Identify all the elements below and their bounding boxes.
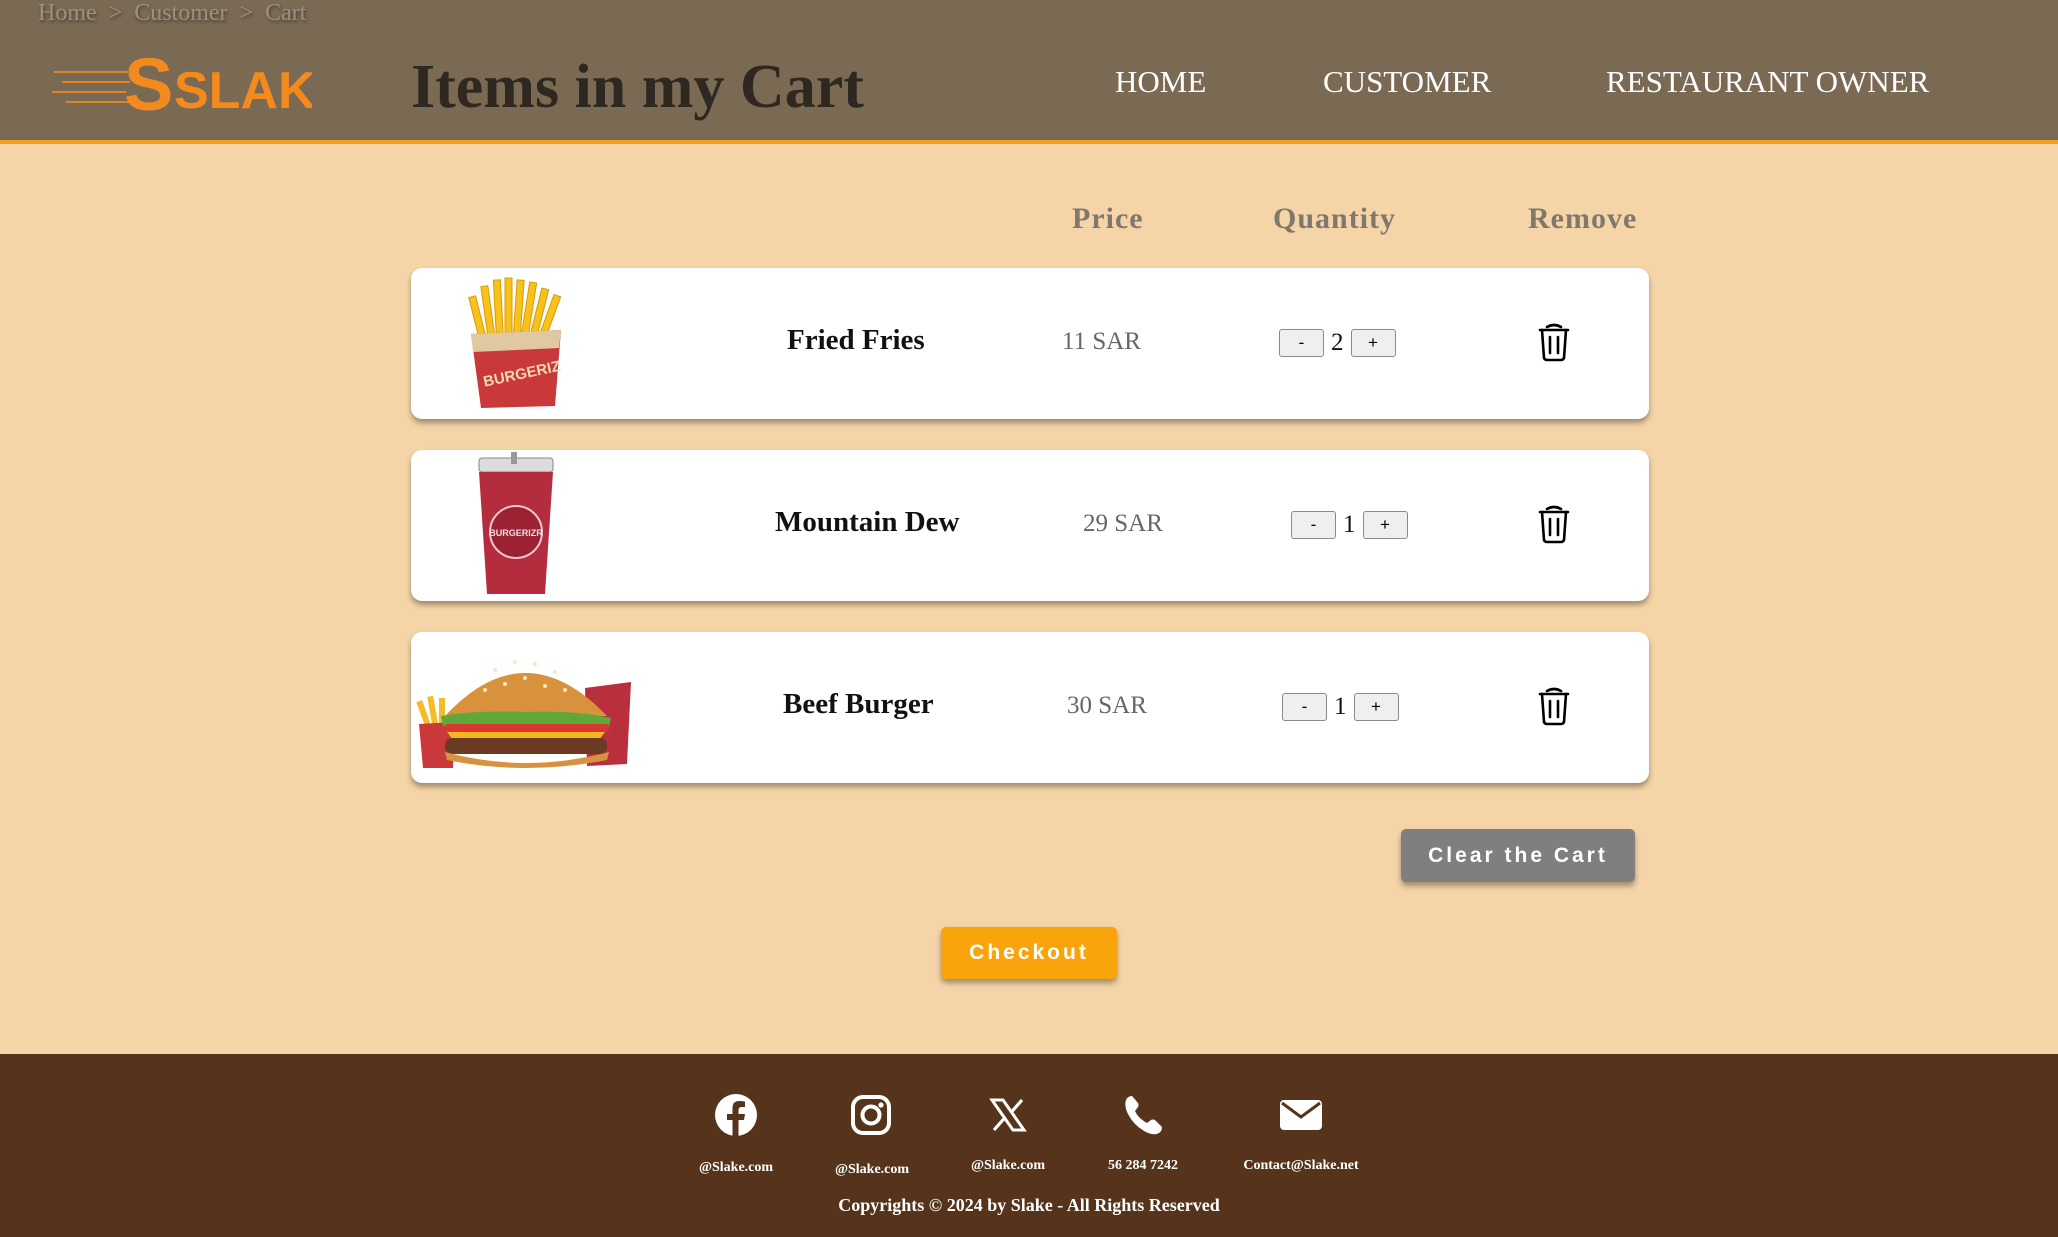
checkout-button[interactable]: Checkout [941,927,1117,979]
logo-text: SLAKE [174,62,312,120]
instagram-handle[interactable]: @Slake.com [835,1162,909,1178]
column-header-price: Price [1072,202,1144,235]
item-name: Mountain Dew [775,506,960,538]
trash-icon[interactable] [1537,504,1571,544]
breadcrumb-home[interactable]: Home [38,0,97,27]
breadcrumb: Home > Customer > Cart [38,0,306,27]
facebook-handle[interactable]: @Slake.com [699,1160,773,1176]
decrease-quantity-button[interactable]: - [1291,511,1336,539]
quantity-stepper: - 1 + [1282,693,1399,721]
column-header-quantity: Quantity [1273,202,1397,235]
x-icon[interactable] [983,1090,1033,1140]
item-price: 29 SAR [1083,510,1163,537]
item-name: Beef Burger [783,688,934,720]
quantity-stepper: - 2 + [1279,329,1396,357]
quantity-stepper: - 1 + [1291,511,1408,539]
trash-icon[interactable] [1537,322,1571,362]
site-header: Home>Customer>Cart S SLAKE .logo text[da… [0,0,2058,144]
decrease-quantity-button[interactable]: - [1282,693,1327,721]
fries-image: BURGERIZ [468,277,562,408]
contact-email[interactable]: Contact@Slake.net [1243,1158,1358,1174]
phone-number[interactable]: 56 284 7242 [1108,1158,1178,1174]
breadcrumb-separator: > [239,0,254,26]
item-price: 30 SAR [1067,692,1147,719]
drink-cup-image: BURGERIZR [478,452,554,594]
mail-icon[interactable] [1276,1090,1326,1140]
quantity-value: 2 [1331,329,1344,356]
phone-icon[interactable] [1118,1090,1168,1140]
instagram-icon[interactable] [846,1090,896,1140]
x-handle[interactable]: @Slake.com [971,1158,1045,1174]
item-name: Fried Fries [787,324,925,356]
cart-item: Beef Burger 30 SAR - 1 + [411,632,1649,783]
breadcrumb-separator: > [108,0,123,26]
quantity-value: 1 [1334,693,1347,720]
increase-quantity-button[interactable]: + [1362,511,1408,539]
copyright-text: Copyrights © 2024 by Slake - All Rights … [838,1195,1220,1215]
burger-image [416,660,631,768]
decrease-quantity-button[interactable]: - [1279,329,1324,357]
clear-cart-button[interactable]: Clear the Cart [1401,829,1635,882]
quantity-value: 1 [1343,511,1356,538]
cup-brand-text: BURGERIZR [489,528,543,538]
column-header-remove: Remove [1528,202,1638,235]
trash-icon[interactable] [1537,686,1571,726]
breadcrumb-customer[interactable]: Customer [134,0,227,27]
increase-quantity-button[interactable]: + [1353,693,1399,721]
nav-home[interactable]: HOME [1115,64,1206,100]
cart-item: BURGERIZ Fried Fries 11 SAR - 2 + [411,268,1649,419]
facebook-icon[interactable] [711,1090,761,1140]
nav-restaurant-owner[interactable]: RESTAURANT OWNER [1606,64,1929,100]
item-price: 11 SAR [1062,328,1141,355]
page-title: Items in my Cart [411,53,864,121]
nav-customer[interactable]: CUSTOMER [1323,64,1491,100]
logo-text-s: S [124,43,173,122]
cart-item: BURGERIZR Mountain Dew 29 SAR - 1 + [411,450,1649,601]
breadcrumb-cart[interactable]: Cart [265,0,306,27]
slake-logo[interactable]: S SLAKE [52,38,312,122]
increase-quantity-button[interactable]: + [1350,329,1396,357]
